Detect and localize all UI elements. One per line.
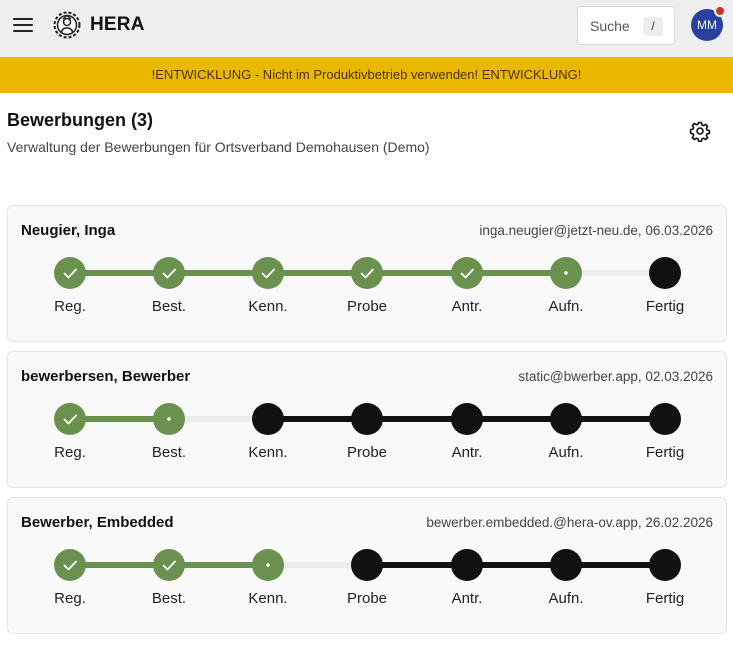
step-label-antr: Antr. — [451, 298, 483, 315]
check-icon — [261, 268, 275, 279]
check-icon — [360, 268, 374, 279]
step-label-antr: Antr. — [451, 590, 483, 607]
hamburger-menu-icon[interactable] — [13, 17, 33, 33]
step-fertig-pending — [649, 403, 681, 435]
step-label-best: Best. — [151, 444, 187, 461]
step-label-antr: Antr. — [451, 444, 483, 461]
step-kenn-pending — [252, 403, 284, 435]
step-label-reg: Reg. — [54, 444, 86, 461]
step-label-kenn: Kenn. — [248, 444, 288, 461]
step-label-aufn: Aufn. — [548, 590, 584, 607]
development-warning-banner: !ENTWICKLUNG - Nicht im Produktivbetrieb… — [0, 57, 733, 93]
page-subtitle: Verwaltung der Bewerbungen für Ortsverba… — [7, 139, 430, 155]
application-card[interactable]: Neugier, Inga inga.neugier@jetzt-neu.de,… — [7, 205, 727, 342]
step-label-fertig: Fertig — [645, 444, 685, 461]
search-shortcut-key: / — [643, 17, 663, 36]
step-antr-pending — [451, 549, 483, 581]
step-reg-done — [54, 549, 86, 581]
applicant-contact-date: bewerber.embedded.@hera-ov.app, 26.02.20… — [426, 515, 713, 530]
step-probe-pending — [351, 403, 383, 435]
step-label-probe: Probe — [346, 298, 388, 315]
applicant-name: bewerbersen, Bewerber — [21, 368, 191, 385]
step-fertig-pending — [649, 549, 681, 581]
current-dot-icon — [564, 271, 568, 275]
step-best-done — [153, 257, 185, 289]
step-reg-done — [54, 257, 86, 289]
step-label-best: Best. — [151, 590, 187, 607]
step-label-reg: Reg. — [54, 590, 86, 607]
step-antr-pending — [451, 403, 483, 435]
step-label-kenn: Kenn. — [248, 590, 288, 607]
step-fertig-pending — [649, 257, 681, 289]
check-icon — [162, 560, 176, 571]
step-aufn-current — [550, 257, 582, 289]
step-best-current — [153, 403, 185, 435]
step-kenn-done — [252, 257, 284, 289]
step-reg-done — [54, 403, 86, 435]
hera-emblem-icon[interactable] — [53, 10, 81, 40]
step-kenn-current — [252, 549, 284, 581]
current-dot-icon — [266, 563, 270, 567]
step-label-probe: Probe — [346, 590, 388, 607]
step-probe-done — [351, 257, 383, 289]
check-icon — [162, 268, 176, 279]
step-label-aufn: Aufn. — [548, 298, 584, 315]
top-bar: HERA Suche / MM — [0, 0, 733, 57]
check-icon — [460, 268, 474, 279]
gear-icon[interactable] — [689, 120, 711, 142]
step-aufn-pending — [550, 549, 582, 581]
check-icon — [63, 268, 77, 279]
check-icon — [63, 414, 77, 425]
page-title: Bewerbungen (3) — [7, 110, 154, 130]
application-card[interactable]: bewerbersen, Bewerber static@bwerber.app… — [7, 351, 727, 488]
check-icon — [63, 560, 77, 571]
applicant-name: Neugier, Inga — [21, 222, 116, 239]
notification-badge — [714, 5, 726, 17]
search-placeholder: Suche — [590, 18, 630, 34]
step-probe-pending — [351, 549, 383, 581]
step-antr-done — [451, 257, 483, 289]
applicant-contact-date: inga.neugier@jetzt-neu.de, 06.03.2026 — [479, 223, 713, 238]
search-input[interactable]: Suche / — [577, 6, 675, 45]
step-label-reg: Reg. — [54, 298, 86, 315]
application-card[interactable]: Bewerber, Embedded bewerber.embedded.@he… — [7, 497, 727, 634]
applicant-contact-date: static@bwerber.app, 02.03.2026 — [518, 369, 713, 384]
step-label-probe: Probe — [346, 444, 388, 461]
applicant-name: Bewerber, Embedded — [21, 514, 174, 531]
step-label-kenn: Kenn. — [248, 298, 288, 315]
step-label-best: Best. — [151, 298, 187, 315]
step-label-fertig: Fertig — [645, 590, 685, 607]
step-label-aufn: Aufn. — [548, 444, 584, 461]
app-title[interactable]: HERA — [90, 14, 145, 36]
step-best-done — [153, 549, 185, 581]
step-aufn-pending — [550, 403, 582, 435]
current-dot-icon — [167, 417, 171, 421]
step-label-fertig: Fertig — [645, 298, 685, 315]
